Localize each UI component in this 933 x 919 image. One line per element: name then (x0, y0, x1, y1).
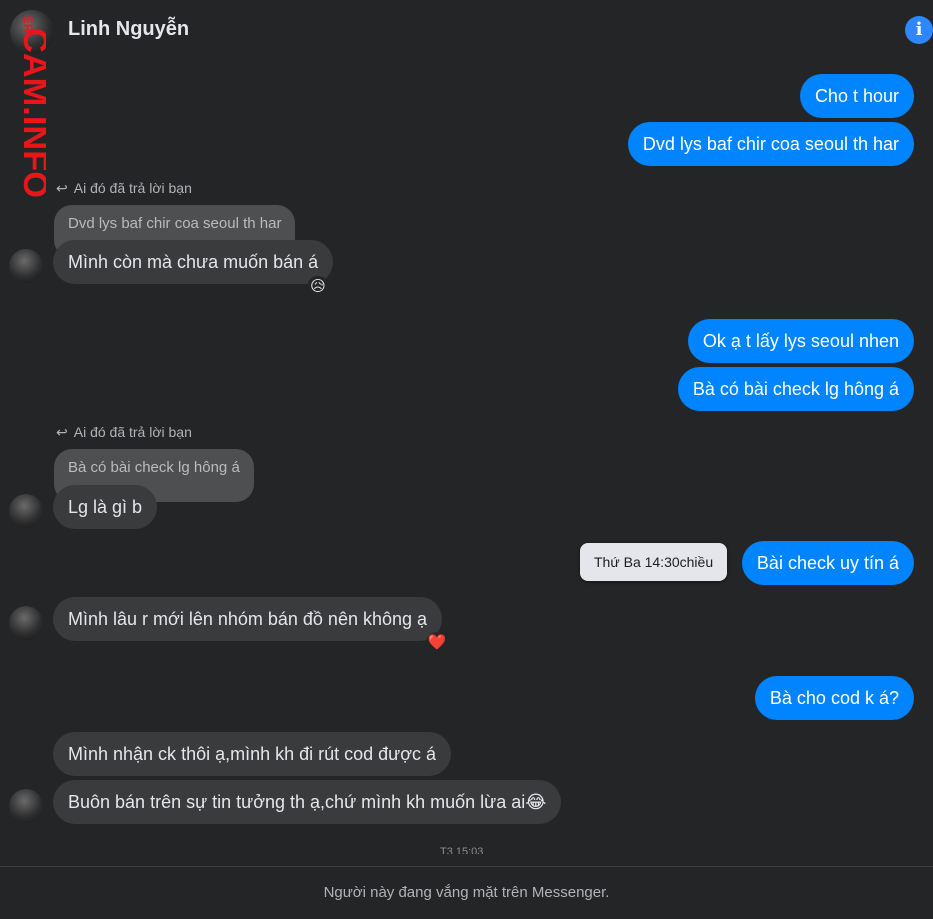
reply-notice: ↩ Ai đó đã trả lời bạn (56, 180, 192, 196)
reaction-sad-icon[interactable]: 😥 (307, 276, 329, 298)
contact-avatar[interactable] (9, 606, 43, 640)
watermark-logo: ER CAM.INFO (16, 16, 46, 198)
message-outgoing[interactable]: Bà có bài check lg hông á (677, 367, 914, 411)
reply-arrow-icon: ↩ (56, 180, 68, 196)
message-incoming[interactable]: Lg là gì b (53, 485, 158, 529)
message-outgoing[interactable]: Cho t hour (799, 74, 914, 118)
svg-text:CAM.INFO: CAM.INFO (16, 28, 46, 198)
message-incoming[interactable]: Mình lâu r mới lên nhóm bán đồ nên không… (53, 597, 443, 641)
contact-avatar[interactable] (9, 789, 43, 823)
timestamp-divider: T3 15:03 (440, 846, 484, 854)
message-outgoing[interactable]: Dvd lys baf chir coa seoul th har (627, 122, 914, 166)
message-outgoing[interactable]: Bài check uy tín á (741, 541, 914, 585)
message-incoming[interactable]: Mình nhận ck thôi ạ,mình kh đi rút cod đ… (53, 732, 452, 776)
contact-avatar[interactable] (9, 494, 43, 528)
message-outgoing[interactable]: Bà cho cod k á? (754, 676, 914, 720)
chat-header: Linh Nguyễn i (0, 0, 933, 62)
reply-notice: ↩ Ai đó đã trả lời bạn (56, 424, 192, 440)
contact-avatar[interactable] (9, 249, 43, 283)
message-incoming[interactable]: Buôn bán trên sự tin tưởng th ạ,chứ mình… (53, 780, 562, 824)
message-incoming[interactable]: Mình còn mà chưa muốn bán á (53, 240, 334, 284)
message-outgoing[interactable]: Ok ạ t lấy lys seoul nhen (687, 319, 914, 363)
reaction-heart-icon[interactable]: ❤️ (426, 632, 448, 654)
presence-status: Người này đang vắng mặt trên Messenger. (0, 866, 933, 912)
timestamp-tooltip: Thứ Ba 14:30chiều (580, 543, 728, 581)
info-icon[interactable]: i (905, 16, 933, 44)
reply-arrow-icon: ↩ (56, 424, 68, 440)
contact-name[interactable]: Linh Nguyễn (68, 18, 189, 41)
